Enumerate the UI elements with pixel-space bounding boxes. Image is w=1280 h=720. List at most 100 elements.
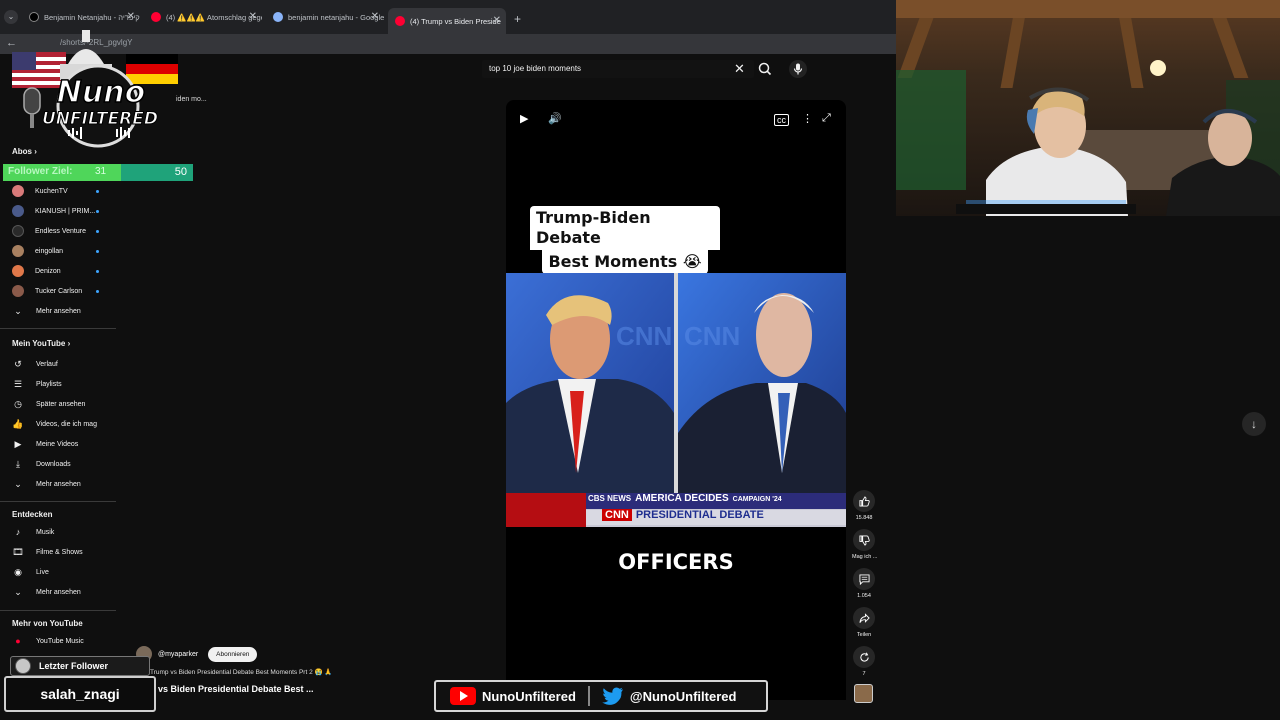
sidebar-item-films[interactable]: 🎞 Filme & Shows <box>0 543 116 561</box>
channel-avatar <box>12 265 24 277</box>
microphone-icon[interactable] <box>788 60 808 78</box>
channel-name[interactable]: @myaparker <box>158 651 198 658</box>
sidebar-item-youtube-music[interactable]: ● YouTube Music <box>0 632 116 650</box>
arrow-down-icon[interactable]: ↓ <box>1242 412 1266 436</box>
sidebar-item-liked-videos[interactable]: 👍 Videos, die ich mag <box>0 415 116 433</box>
chevron-down-icon: ⌄ <box>14 478 22 489</box>
youtube-favicon-icon <box>395 16 405 26</box>
sound-thumbnail[interactable] <box>854 684 873 703</box>
sidebar-divider <box>0 610 116 611</box>
social-handles-banner: NunoUnfiltered @NunoUnfiltered <box>434 680 768 712</box>
last-follower-widget: Letzter Follower salah_znagi <box>4 656 156 714</box>
new-content-dot <box>96 230 99 233</box>
sidebar-item-subscription[interactable]: Tucker Carlson <box>0 282 116 300</box>
browser-tab[interactable]: benjamin netanjahu - Google S ✕ <box>266 6 384 28</box>
my-youtube-title[interactable]: Mein YouTube › <box>12 339 70 348</box>
caption-line-1: Trump-Biden Debate <box>530 206 720 250</box>
captions-icon[interactable]: cc <box>774 114 789 126</box>
close-tab-icon[interactable]: ✕ <box>493 15 501 26</box>
close-tab-icon[interactable]: ✕ <box>249 11 257 22</box>
new-content-dot <box>96 270 99 273</box>
youtube-handle: NunoUnfiltered <box>482 688 576 704</box>
sidebar-item-subscription[interactable]: Denizon <box>0 262 116 280</box>
youtube-music-icon: ● <box>15 636 21 646</box>
thumbs-down-icon <box>853 529 875 551</box>
remix-button[interactable]: 7 <box>852 646 876 677</box>
explore-title: Entdecken <box>12 510 53 519</box>
close-tab-icon[interactable]: ✕ <box>127 11 135 22</box>
presidential-debate-label: PRESIDENTIAL DEBATE <box>635 509 764 521</box>
sidebar: Abos › KuchenTV KIANUSH | PRIM... Endles… <box>0 140 118 720</box>
sidebar-item-history[interactable]: ↺ Verlauf <box>0 355 116 373</box>
sidebar-item-watch-later[interactable]: ◷ Später ansehen <box>0 395 116 413</box>
channel-avatar <box>12 185 24 197</box>
separator <box>587 686 590 706</box>
dislike-label: Mag ich ... <box>852 554 878 560</box>
chevron-down-icon: ⌄ <box>14 305 22 316</box>
short-video-player[interactable]: ▶ 🔊 cc ⋮ ⤢ Trump-Biden Debate Best Momen… <box>506 100 846 700</box>
volume-icon[interactable]: 🔊 <box>548 112 562 125</box>
more-options-icon[interactable]: ⋮ <box>802 112 813 125</box>
short-title-small[interactable]: Trump vs Biden Presidential Debate Best … <box>150 668 333 676</box>
cnn-logo: CNN <box>602 509 632 521</box>
history-icon: ↺ <box>14 358 22 369</box>
share-label: Teilen <box>856 632 872 638</box>
sidebar-item-more-subscriptions[interactable]: ⌄ Mehr ansehen <box>0 302 116 320</box>
sidebar-item-downloads[interactable]: ⤓ Downloads <box>0 455 116 473</box>
sidebar-item-more-my-youtube[interactable]: ⌄ Mehr ansehen <box>0 475 116 493</box>
play-icon[interactable]: ▶ <box>520 112 528 125</box>
tab-label: Benjamin Netanjahu - ויקיפדיה <box>44 12 140 22</box>
close-tab-icon[interactable]: ✕ <box>371 11 379 22</box>
google-favicon-icon <box>273 12 283 22</box>
playlists-icon: ☰ <box>13 378 23 389</box>
search-input[interactable]: top 10 joe biden moments <box>482 60 754 78</box>
like-button[interactable]: 15.848 <box>852 490 876 521</box>
search-query[interactable]: top 10 joe biden moments <box>489 64 581 73</box>
share-button[interactable]: Teilen <box>852 607 876 638</box>
follower-goal-target: 50 <box>174 166 187 178</box>
sidebar-item-music[interactable]: ♪ Musik <box>0 523 116 541</box>
sidebar-item-my-videos[interactable]: ▶ Meine Videos <box>0 435 116 453</box>
like-count: 15.848 <box>855 515 873 521</box>
comment-count: 1.054 <box>857 593 871 599</box>
download-icon: ⤓ <box>16 458 20 469</box>
dislike-button[interactable]: Mag ich ... <box>852 529 878 560</box>
tab-search-icon[interactable]: ⌄ <box>4 10 18 24</box>
sidebar-item-live[interactable]: ◉ Live <box>0 563 116 581</box>
clear-search-icon[interactable]: ✕ <box>734 61 745 77</box>
news-ticker-bottom: CNN PRESIDENTIAL DEBATE <box>602 509 764 521</box>
browser-tab[interactable]: (4) ⚠️⚠️⚠️ Atomschlag gegen ✕ <box>144 6 262 28</box>
sidebar-item-subscription[interactable]: KuchenTV <box>0 182 116 200</box>
film-icon: 🎞 <box>12 546 24 557</box>
thumbs-up-icon: 👍 <box>12 418 24 429</box>
new-content-dot <box>96 290 99 293</box>
channel-avatar <box>12 225 24 237</box>
subscribe-button[interactable]: Abonnieren <box>208 646 258 662</box>
sidebar-item-playlists[interactable]: ☰ Playlists <box>0 375 116 393</box>
sidebar-item-subscription[interactable]: KIANUSH | PRIM... <box>0 202 116 220</box>
browser-tab[interactable]: Benjamin Netanjahu - ויקיפדיה ✕ <box>22 6 140 28</box>
comments-button[interactable]: 1.054 <box>852 568 876 599</box>
cbs-news-label: CBS NEWS <box>588 494 632 503</box>
sidebar-divider <box>0 328 116 329</box>
fullscreen-icon[interactable]: ⤢ <box>822 112 831 125</box>
follower-goal-bar: Follower Ziel: 31 50 <box>3 164 193 181</box>
america-decides-label: AMERICA DECIDES <box>635 493 729 504</box>
watch-later-icon: ◷ <box>14 398 22 409</box>
channel-avatar <box>12 285 24 297</box>
tab-label: benjamin netanjahu - Google S <box>288 12 384 22</box>
thumbs-up-icon <box>853 490 875 512</box>
logo-text-unfiltered: UNFILTERED <box>42 109 158 129</box>
short-title-large[interactable]: p vs Biden Presidential Debate Best ... <box>150 684 314 694</box>
browser-tab-active[interactable]: (4) Trump vs Biden Preside ✕ <box>388 8 506 34</box>
share-icon <box>853 607 875 629</box>
remix-icon <box>853 646 875 668</box>
sidebar-item-more-explore[interactable]: ⌄ Mehr ansehen <box>0 583 116 601</box>
last-follower-box: salah_znagi <box>4 676 156 712</box>
svg-text:CNN: CNN <box>684 321 740 351</box>
channel-avatar <box>12 205 24 217</box>
search-icon[interactable] <box>755 60 775 78</box>
new-tab-icon[interactable]: + <box>514 12 521 26</box>
sidebar-item-subscription[interactable]: eingollan <box>0 242 116 260</box>
sidebar-item-subscription[interactable]: Endless Venture <box>0 222 116 240</box>
